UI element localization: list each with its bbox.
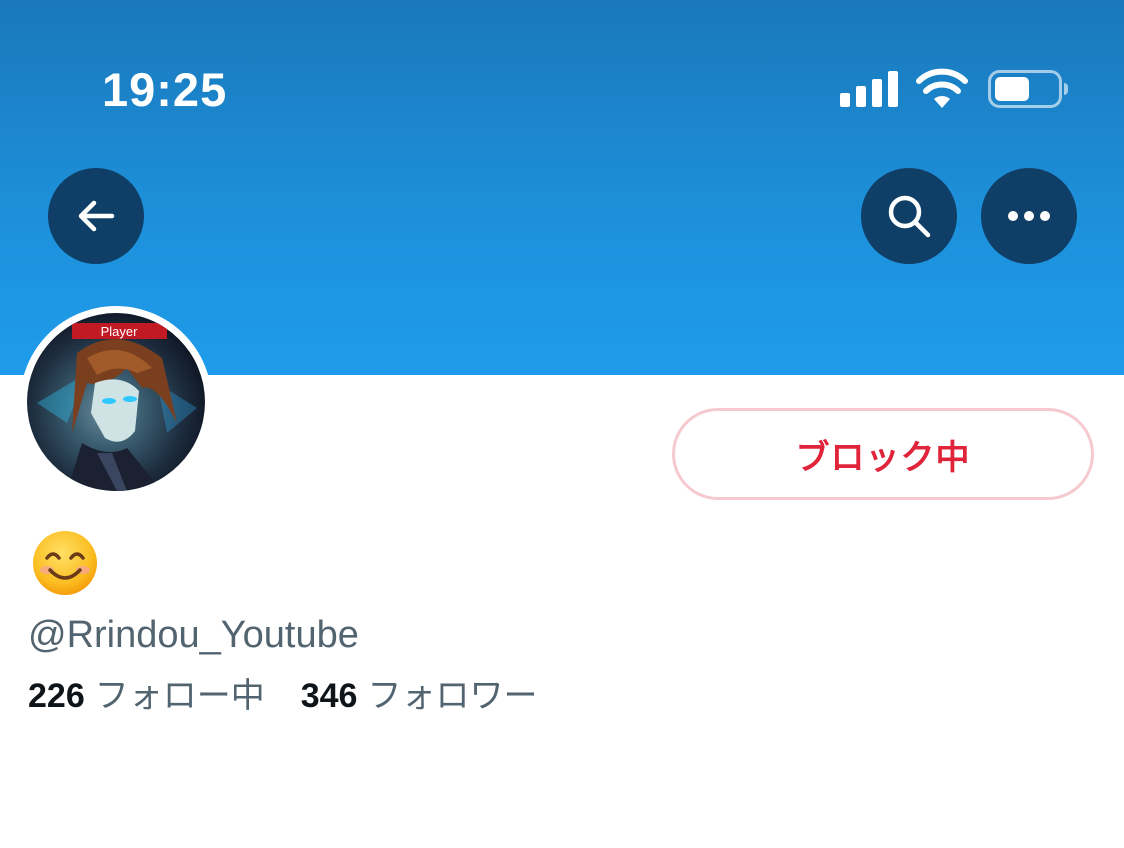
following-label: フォロー中 [94, 677, 265, 715]
avatar-banner-text: Player [101, 324, 139, 339]
followers-label: フォロワー [367, 677, 538, 715]
follow-stats: 226 フォロー中 346 フォロワー [28, 674, 537, 718]
status-bar-time: 19:25 [102, 63, 228, 116]
search-button[interactable] [861, 168, 957, 264]
blocked-button-label: ブロック中 [795, 438, 971, 477]
back-button[interactable] [48, 168, 144, 264]
profile-page: 19:25 Player APE 3rd An ブロック中 @Rrindou_Y… [0, 0, 1124, 848]
more-horizontal-icon [1008, 211, 1050, 221]
followers-count: 346 [300, 677, 358, 715]
avatar-ring-text-right: 3rd Anniversary a rent kinght [175, 331, 205, 454]
cellular-signal-icon [840, 71, 898, 107]
battery-icon [988, 70, 1068, 108]
blocked-button[interactable]: ブロック中 [672, 408, 1094, 500]
avatar-ring-text-left: APEX custom [27, 401, 51, 469]
following-count: 226 [28, 677, 85, 715]
arrow-left-icon [78, 200, 115, 232]
following-link[interactable]: 226 フォロー中 [28, 677, 265, 715]
wifi-icon [916, 68, 968, 108]
more-options-button[interactable] [981, 168, 1077, 264]
search-icon [888, 195, 931, 238]
avatar-image: Player APEX custom 3rd Anniversary a ren… [27, 323, 205, 491]
smiling-face-emoji-icon [33, 531, 97, 595]
followers-link[interactable]: 346 フォロワー [301, 677, 538, 715]
profile-handle: @Rrindou_Youtube [28, 614, 359, 656]
avatar[interactable]: Player APEX custom 3rd Anniversary a ren… [27, 313, 205, 491]
